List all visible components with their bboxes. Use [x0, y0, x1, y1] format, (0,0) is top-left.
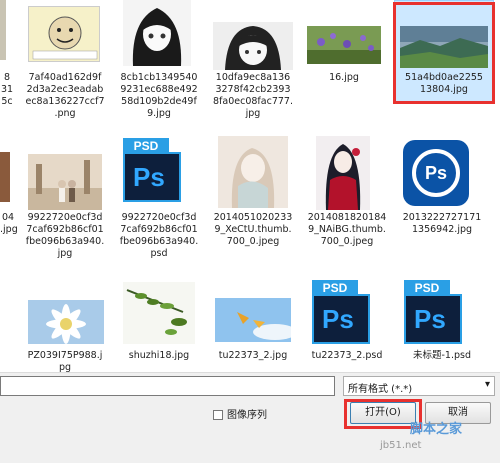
- psd-file-icon[interactable]: PSD Ps: [312, 280, 370, 344]
- file-caption[interactable]: 9922720e0cf3d 7caf692b86cf01 fbe096b63a9…: [112, 212, 206, 260]
- file-caption[interactable]: 9922720e0cf3d 7caf692b86cf01 fbe096b63a9…: [18, 212, 112, 260]
- file-thumb-meme[interactable]: [28, 6, 100, 62]
- checkbox-label: 图像序列: [227, 410, 267, 421]
- ps-express-ring: Ps: [412, 149, 460, 197]
- flowers-image: [307, 26, 381, 64]
- file-grid: 8 31 5c 7af40ad162d9f 2d3a2ec3eadab ec8a…: [0, 0, 500, 374]
- file-type-value: 所有格式 (*.*): [348, 384, 413, 395]
- psd-file-icon[interactable]: PSD Ps: [404, 280, 462, 344]
- file-caption[interactable]: 8 31 5c: [0, 72, 14, 108]
- file-caption[interactable]: 8cb1cb1349540 9231ec688e492 58d109b2de49…: [112, 72, 206, 120]
- watermark-url: jb51.net: [380, 440, 422, 451]
- file-thumb-anime-bw2[interactable]: [213, 22, 293, 70]
- anime-image: [123, 0, 191, 66]
- leaves-image: [123, 282, 195, 344]
- checkbox-box[interactable]: [213, 410, 223, 420]
- file-caption[interactable]: 2014051020233 9_XeCtU.thumb. 700_0.jpeg: [206, 212, 300, 248]
- file-caption[interactable]: tu22373_2.psd: [300, 350, 394, 362]
- file-thumb-anime-bw[interactable]: [123, 0, 191, 66]
- file-caption[interactable]: shuzhi18.jpg: [112, 350, 206, 362]
- file-thumb-sky[interactable]: [215, 298, 291, 342]
- file-caption[interactable]: 未标题-1.psd: [394, 350, 490, 362]
- psd-file-icon[interactable]: PSD Ps: [123, 138, 181, 202]
- file-thumb-leaves[interactable]: [123, 282, 195, 344]
- file-caption[interactable]: PZ039I75P988.j pg: [18, 350, 112, 374]
- file-thumb-flowers[interactable]: [307, 26, 381, 64]
- anime-red-image: [316, 136, 370, 210]
- file-caption[interactable]: 04 .jpg: [0, 212, 18, 236]
- daisy-image: [28, 300, 104, 344]
- meme-image: [29, 7, 99, 61]
- file-thumb-wedding[interactable]: [28, 154, 102, 210]
- highlight-box-selected: [393, 2, 495, 104]
- file-caption[interactable]: 7af40ad162d9f 2d3a2ec3eadab ec8a136227cc…: [18, 72, 112, 120]
- file-caption[interactable]: 10dfa9ec8a136 3278f42cb2393 8fa0ec08fac7…: [206, 72, 300, 120]
- file-caption[interactable]: 2013222727171 1356942.jpg: [394, 212, 490, 236]
- file-type-select[interactable]: 所有格式 (*.*) ▾: [343, 376, 495, 396]
- wedding-image: [28, 154, 102, 210]
- filename-input[interactable]: [0, 376, 335, 396]
- file-caption[interactable]: 2014081820184 9_NAiBG.thumb. 700_0.jpeg: [300, 212, 394, 248]
- anime-pale-image: [218, 136, 288, 208]
- file-thumb-anime-red[interactable]: [316, 136, 370, 210]
- file-thumb-daisy[interactable]: [28, 300, 104, 344]
- sky-image: [215, 298, 291, 342]
- ps-express-icon[interactable]: Ps: [403, 140, 469, 206]
- psd-body: Ps: [404, 294, 462, 344]
- chevron-down-icon: ▾: [484, 379, 490, 390]
- file-thumb-partial-1[interactable]: [0, 0, 6, 60]
- watermark-logo: 脚本之家: [410, 422, 463, 437]
- file-thumb-partial-2[interactable]: [0, 152, 10, 202]
- psd-body: Ps: [312, 294, 370, 344]
- image-sequence-checkbox[interactable]: 图像序列: [213, 406, 267, 421]
- psd-body: Ps: [123, 152, 181, 202]
- file-caption[interactable]: tu22373_2.jpg: [206, 350, 300, 362]
- file-thumb-anime-pale[interactable]: [218, 136, 288, 208]
- file-caption[interactable]: 16.jpg: [300, 72, 388, 84]
- anime-image-2: [213, 22, 293, 70]
